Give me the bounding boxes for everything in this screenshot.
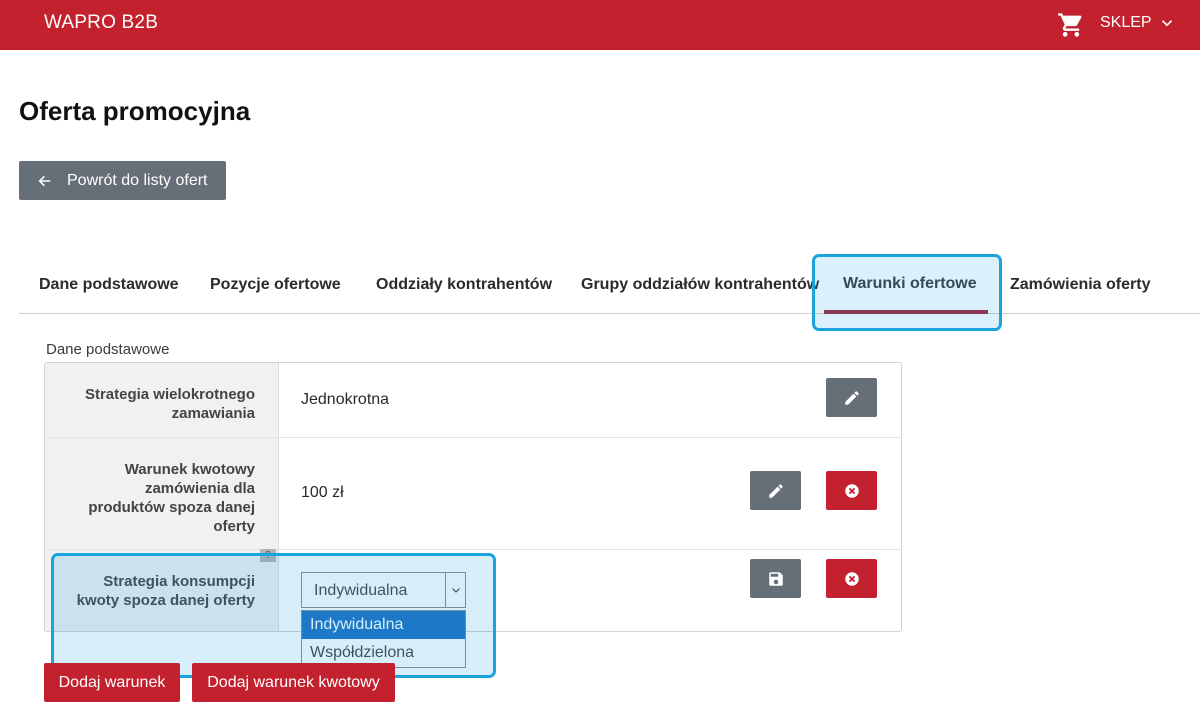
tab-warunki-ofertowe[interactable]: Warunki ofertowe: [843, 275, 977, 293]
pencil-icon: [844, 390, 859, 405]
top-bar: WAPRO B2B SKLEP: [0, 0, 1200, 50]
row-value-amount-condition: 100 zł: [301, 484, 344, 501]
back-button-label: Powrót do listy ofert: [67, 171, 208, 189]
save-consumption-strategy-button[interactable]: [750, 559, 801, 598]
tab-oddzialy-kontrahentow[interactable]: Oddziały kontrahentów: [376, 276, 552, 294]
add-condition-button[interactable]: Dodaj warunek: [44, 663, 180, 702]
cancel-consumption-strategy-button[interactable]: [826, 559, 877, 598]
save-icon: [768, 571, 783, 586]
pencil-icon: [768, 483, 783, 498]
row-value-strategy: Jednokrotna: [301, 391, 390, 408]
select-options-list: Indywidualna Współdzielona: [301, 610, 466, 668]
tab-pozycje-ofertowe[interactable]: Pozycje ofertowe: [210, 276, 341, 294]
conditions-panel: Strategia wielokrotnego zamawiania Jedno…: [44, 362, 902, 632]
help-icon[interactable]: ?: [260, 549, 276, 562]
edit-amount-condition-button[interactable]: [750, 471, 801, 510]
consumption-strategy-select[interactable]: Indywidualna: [301, 572, 466, 608]
shop-menu-label[interactable]: SKLEP: [1100, 14, 1152, 32]
back-to-offers-button[interactable]: Powrót do listy ofert: [19, 161, 226, 200]
chevron-down-icon: [451, 588, 460, 593]
row-divider: [45, 437, 901, 438]
cart-icon[interactable]: [1057, 11, 1085, 39]
section-title: Dane podstawowe: [46, 341, 170, 358]
select-option-indywidualna[interactable]: Indywidualna: [302, 611, 465, 639]
chevron-down-icon[interactable]: [1158, 14, 1176, 32]
close-circle-icon: [844, 571, 859, 586]
tab-dane-podstawowe[interactable]: Dane podstawowe: [39, 276, 179, 294]
add-amount-condition-button[interactable]: Dodaj warunek kwotowy: [192, 663, 395, 702]
row-divider: [45, 549, 901, 550]
page-title: Oferta promocyjna: [19, 96, 251, 126]
active-tab-indicator: [824, 310, 988, 314]
row-label-strategy: Strategia wielokrotnego zamawiania: [84, 386, 255, 422]
edit-strategy-button[interactable]: [826, 378, 877, 417]
close-circle-icon: [844, 483, 859, 498]
arrow-left-icon: [38, 175, 51, 186]
tab-bar: Dane podstawowe Pozycje ofertowe Oddział…: [19, 254, 1200, 314]
brand-logo[interactable]: WAPRO B2B: [44, 12, 158, 34]
select-arrow[interactable]: [445, 573, 465, 607]
delete-amount-condition-button[interactable]: [826, 471, 877, 510]
tab-zamowienia-oferty[interactable]: Zamówienia oferty: [1010, 276, 1150, 294]
select-current-value: Indywidualna: [314, 582, 408, 599]
row-label-amount-condition: Warunek kwotowy zamówienia dla produktów…: [88, 461, 255, 535]
row-label-consumption-strategy: Strategia konsumpcji kwoty spoza danej o…: [76, 573, 255, 609]
tab-grupy-oddzialow-kontrahentow[interactable]: Grupy oddziałów kontrahentów: [581, 276, 819, 294]
